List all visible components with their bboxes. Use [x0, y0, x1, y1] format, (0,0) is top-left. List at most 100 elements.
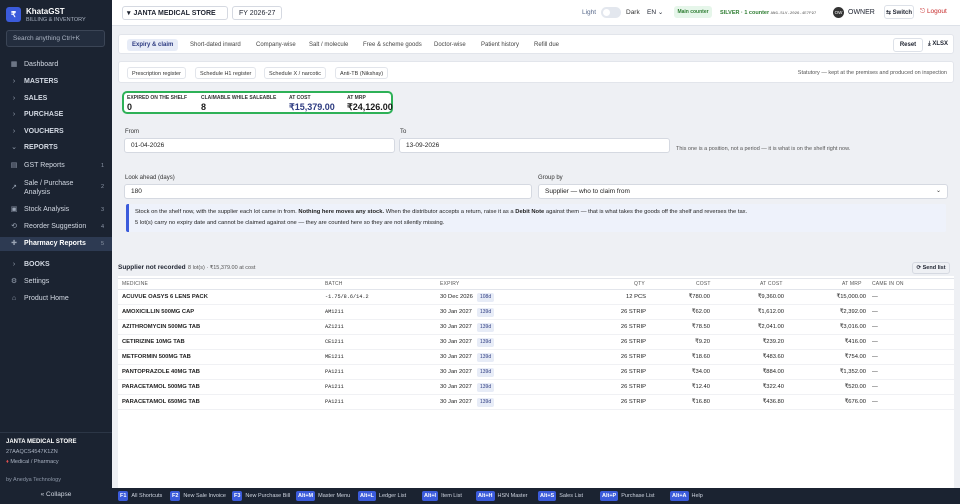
- shortcut-label: All Shortcuts: [131, 493, 163, 499]
- sidebar-item-masters[interactable]: › MASTERS: [0, 75, 112, 89]
- table: MEDICINE BATCH EXPIRY QTY COST AT COST A…: [118, 276, 954, 488]
- column-header-medicine[interactable]: MEDICINE: [122, 281, 148, 287]
- column-header-at-cost[interactable]: AT COST: [760, 281, 783, 287]
- from-date-field[interactable]: 01-04-2026: [124, 138, 395, 153]
- sidebar-item-pharmacy-reports[interactable]: ✚ Pharmacy Reports 5: [0, 237, 112, 251]
- table-header: MEDICINE BATCH EXPIRY QTY COST AT COST A…: [118, 278, 954, 290]
- fy-selector[interactable]: FY 2026-27: [232, 6, 282, 20]
- table-row[interactable]: PARACETAMOL 650MG TAB PA1211 30 Jan 2027 26…: [118, 395, 954, 410]
- expiry-cell: 30 Jan 2027: [440, 384, 472, 390]
- license-key: ANG-SLV-2026-4E7F97: [770, 12, 817, 16]
- at-mrp-cell: ₹520.00: [844, 384, 866, 390]
- shortcut-alt-h[interactable]: Alt+H HSN Master: [476, 491, 527, 501]
- table-row[interactable]: PARACETAMOL 500MG TAB PA1211 30 Jan 2027 26…: [118, 380, 954, 395]
- at-cost-cell: ₹239.20: [762, 339, 784, 345]
- table-row[interactable]: METFORMIN 500MG TAB ME1211 30 Jan 2027 26 S…: [118, 350, 954, 365]
- shortcut-alt-a[interactable]: Alt+A Help: [670, 491, 703, 501]
- expiry-cell: 30 Jan 2027: [440, 339, 472, 345]
- column-header-qty[interactable]: QTY: [634, 281, 645, 287]
- tab-doctor-wise[interactable]: Doctor-wise: [429, 39, 471, 51]
- medicine-cell: CETIRIZINE 10MG TAB: [122, 339, 185, 345]
- shortcut-label: New Sale Invoice: [183, 493, 226, 499]
- tab-short-dated-inward[interactable]: Short-dated inward: [185, 39, 246, 51]
- box-icon: ▣: [10, 206, 18, 213]
- sidebar-item-label: Sale / Purchase Analysis: [24, 180, 74, 196]
- medicine-cell: ACUVUE OASYS 6 LENS PACK: [122, 294, 208, 300]
- column-header-came-in-on[interactable]: CAME IN ON: [872, 281, 904, 287]
- qty-cell: 26 STRIP: [620, 324, 646, 330]
- at-mrp-cell: ₹754.00: [844, 354, 866, 360]
- debit-note-term: Debit Note: [515, 209, 545, 215]
- info-emphasis: Nothing here moves any stock.: [298, 209, 385, 215]
- table-row[interactable]: PANTOPRAZOLE 40MG TAB PA1211 30 Jan 2027 26…: [118, 365, 954, 380]
- shortcut-alt-s[interactable]: Alt+S Sales List: [538, 491, 583, 501]
- tab-patient-history[interactable]: Patient history: [476, 39, 524, 51]
- sidebar-item-vouchers[interactable]: › VOUCHERS: [0, 125, 112, 139]
- trend-icon: ↗: [11, 184, 17, 191]
- sidebar-item-product-home[interactable]: ⌂ Product Home: [0, 292, 112, 306]
- avatar[interactable]: OW: [833, 7, 844, 18]
- groupby-select[interactable]: Supplier — who to claim from ⌄: [538, 184, 948, 199]
- switch-button[interactable]: ⇆ Switch: [884, 5, 914, 19]
- at-mrp-cell: ₹416.00: [844, 339, 866, 345]
- collapse-button[interactable]: « Collapse: [0, 491, 112, 498]
- sidebar-item-dashboard[interactable]: ▦ Dashboard: [0, 58, 112, 72]
- export-xlsx-button[interactable]: ⤓ XLSX: [925, 38, 951, 52]
- came-in-cell: —: [872, 339, 878, 345]
- qty-cell: 26 STRIP: [620, 354, 646, 360]
- tab-refill-due[interactable]: Refill due: [529, 39, 564, 51]
- cost-cell: ₹780.00: [688, 294, 710, 300]
- tab-free-scheme-goods[interactable]: Free & scheme goods: [358, 39, 427, 51]
- theme-toggle[interactable]: [601, 7, 621, 18]
- shortcut-alt-l[interactable]: Alt+L Ledger List: [358, 491, 406, 501]
- tab-company-wise[interactable]: Company-wise: [251, 39, 301, 51]
- sidebar-item-label: Settings: [24, 278, 50, 285]
- schedule-x-register-button[interactable]: Schedule X / narcotic: [264, 67, 326, 79]
- kpi-value: ₹15,379.00: [289, 102, 335, 112]
- prescription-register-button[interactable]: Prescription register: [127, 67, 186, 79]
- shortcut-key: Alt+I: [422, 491, 439, 501]
- lookahead-input[interactable]: 180: [124, 184, 532, 199]
- column-header-at-mrp[interactable]: AT MRP: [842, 281, 862, 287]
- footer-store-type: ♦ Medical / Pharmacy: [6, 459, 59, 465]
- table-row[interactable]: CETIRIZINE 10MG TAB CE1211 30 Jan 2027 26 S…: [118, 335, 954, 350]
- shortcut-label: Ledger List: [378, 493, 407, 499]
- sidebar-footer: JANTA MEDICAL STORE 27AAQCS4547K1ZN ♦ Me…: [0, 432, 112, 504]
- sidebar-item-reorder-suggestion[interactable]: ⟲ Reorder Suggestion 4: [0, 220, 112, 234]
- sidebar-item-sale-purchase-analysis[interactable]: ↗ Sale / Purchase Analysis 2: [0, 178, 112, 198]
- group-summary: 8 lot(s) · ₹15,379.00 at cost: [188, 265, 256, 271]
- store-name: JANTA MEDICAL STORE: [133, 10, 216, 17]
- sidebar-item-reports[interactable]: ⌄ REPORTS: [0, 141, 112, 155]
- shortcut-alt-i[interactable]: Alt+I Item List: [422, 491, 462, 501]
- tab-salt-molecule[interactable]: Salt / molecule: [304, 39, 353, 51]
- table-row[interactable]: AMOXICILLIN 500MG CAP AM1211 30 Jan 2027 26…: [118, 305, 954, 320]
- reset-button[interactable]: Reset: [893, 38, 923, 52]
- sidebar-search-input[interactable]: Search anything Ctrl+K: [6, 30, 105, 47]
- anti-tb-register-button[interactable]: Anti-TB (Nikshay): [335, 67, 389, 79]
- sidebar-item-stock-analysis[interactable]: ▣ Stock Analysis 3: [0, 203, 112, 217]
- shortcut-f2[interactable]: F2 New Sale Invoice: [170, 491, 226, 501]
- sidebar-item-settings[interactable]: ⚙ Settings: [0, 275, 112, 289]
- schedule-h1-register-button[interactable]: Schedule H1 register: [195, 67, 257, 79]
- store-selector[interactable]: ▾ JANTA MEDICAL STORE: [122, 6, 228, 20]
- at-cost-cell: ₹2,041.00: [757, 324, 784, 330]
- sidebar-item-books[interactable]: › BOOKS: [0, 258, 112, 272]
- column-header-cost[interactable]: COST: [696, 281, 711, 287]
- column-header-expiry[interactable]: EXPIRY: [440, 281, 459, 287]
- shortcut-f3[interactable]: F3 New Purchase Bill: [232, 491, 290, 501]
- logout-button[interactable]: ⎋ Logout: [920, 5, 947, 19]
- table-row[interactable]: ACUVUE OASYS 6 LENS PACK -1.75/8.6/14.2 30…: [118, 290, 954, 305]
- column-header-batch[interactable]: BATCH: [325, 281, 343, 287]
- shortcut-f1[interactable]: F1 All Shortcuts: [118, 491, 162, 501]
- table-row[interactable]: AZITHROMYCIN 500MG TAB AZ1211 30 Jan 2027 2…: [118, 320, 954, 335]
- shortcut-alt-m[interactable]: Alt+M Master Menu: [296, 491, 350, 501]
- sidebar: ₹ KhataGST BILLING & INVENTORY Search an…: [0, 0, 112, 504]
- shortcut-alt-p[interactable]: Alt+P Purchase List: [600, 491, 655, 501]
- sidebar-item-purchase[interactable]: › PURCHASE: [0, 108, 112, 122]
- language-select[interactable]: EN ⌄: [647, 6, 667, 20]
- sidebar-item-gst-reports[interactable]: ▤ GST Reports 1: [0, 159, 112, 173]
- tab-expiry-claim[interactable]: Expiry & claim: [127, 39, 179, 51]
- send-list-button[interactable]: ⟳ Send list: [912, 262, 950, 274]
- sidebar-item-sales[interactable]: › SALES: [0, 92, 112, 106]
- to-date-field[interactable]: 13-09-2026: [399, 138, 670, 153]
